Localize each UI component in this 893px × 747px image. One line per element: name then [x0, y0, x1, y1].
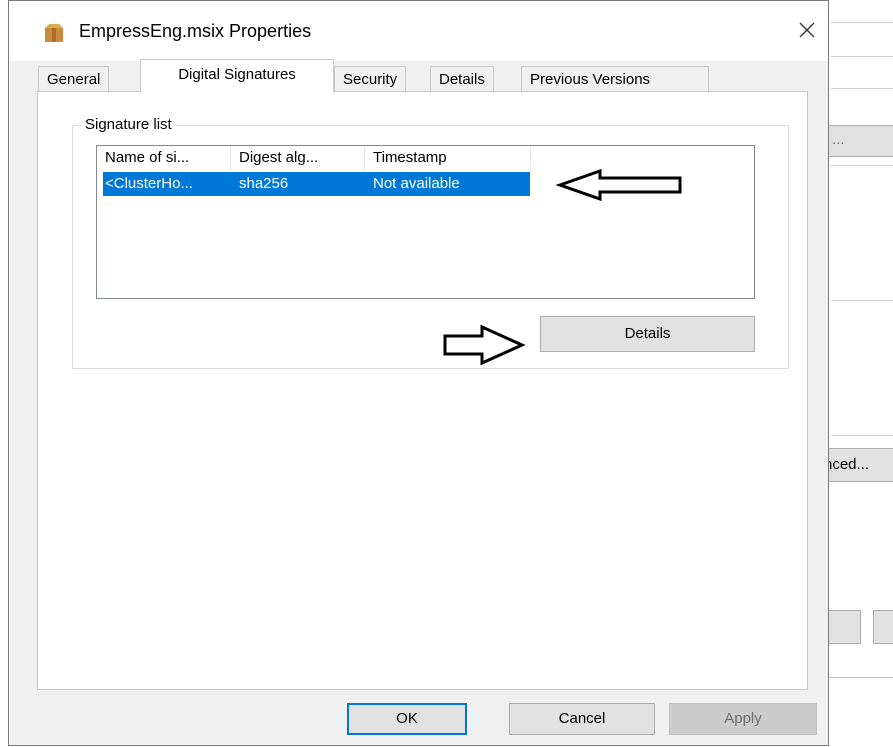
tab-security[interactable]: Security — [334, 66, 407, 92]
column-header-label: Timestamp — [373, 149, 447, 166]
left-arrow-annotation-icon — [556, 168, 682, 202]
tab-label: General — [47, 71, 101, 88]
right-arrow-annotation-icon — [443, 324, 526, 366]
apply-button-label: Apply — [724, 710, 762, 727]
package-icon — [45, 24, 63, 42]
tab-label: Previous Versions — [530, 71, 651, 88]
background-divider — [831, 22, 893, 23]
signature-name: <ClusterHo... — [105, 175, 193, 192]
digital-signatures-panel: Signature list Name of si... Digest alg.… — [37, 91, 808, 690]
column-header-digest[interactable]: Digest alg... — [231, 146, 365, 170]
background-divider — [831, 56, 893, 57]
tab-label: Digital Signatures — [178, 66, 296, 83]
close-icon — [799, 22, 815, 38]
background-divider — [831, 435, 893, 436]
background-advanced-label: nced... — [824, 456, 870, 473]
background-ellipsis-label: ... — [832, 131, 845, 148]
background-button[interactable] — [873, 610, 893, 644]
details-button-label: Details — [624, 325, 671, 342]
details-button[interactable]: Details — [540, 316, 755, 352]
signature-row-selected[interactable]: <ClusterHo... sha256 Not available — [103, 172, 530, 196]
signature-digest: sha256 — [239, 175, 289, 192]
title-bar: EmpressEng.msix Properties — [9, 1, 828, 61]
apply-button: Apply — [669, 703, 817, 735]
tab-label: Security — [343, 71, 398, 88]
cancel-button-label: Cancel — [558, 710, 606, 727]
background-ellipsis-button[interactable]: ... — [823, 125, 893, 157]
tab-details[interactable]: Details — [430, 66, 494, 92]
tab-label: Details — [439, 71, 485, 88]
dialog-title: EmpressEng.msix Properties — [79, 21, 312, 41]
tab-general[interactable]: General — [38, 66, 110, 92]
background-divider — [831, 165, 893, 166]
column-header-timestamp[interactable]: Timestamp — [365, 146, 531, 170]
cancel-button[interactable]: Cancel — [509, 703, 655, 735]
column-header-label: Name of si... — [105, 149, 190, 166]
column-header-label: Digest alg... — [239, 149, 319, 166]
background-advanced-button[interactable]: nced... — [823, 448, 893, 482]
column-header-name[interactable]: Name of si... — [97, 146, 231, 170]
ok-button-label: OK — [396, 710, 418, 727]
properties-dialog: EmpressEng.msix Properties General Digit… — [8, 0, 829, 746]
tab-previous-versions[interactable]: Previous Versions — [521, 66, 709, 92]
ok-button[interactable]: OK — [347, 703, 467, 735]
close-button[interactable] — [790, 13, 824, 47]
tab-digital-signatures[interactable]: Digital Signatures — [140, 59, 334, 93]
background-divider — [831, 300, 893, 301]
signature-list-legend: Signature list — [81, 116, 176, 133]
background-window: ... nced... — [820, 0, 893, 678]
background-divider — [831, 88, 893, 89]
signature-timestamp: Not available — [373, 175, 460, 192]
